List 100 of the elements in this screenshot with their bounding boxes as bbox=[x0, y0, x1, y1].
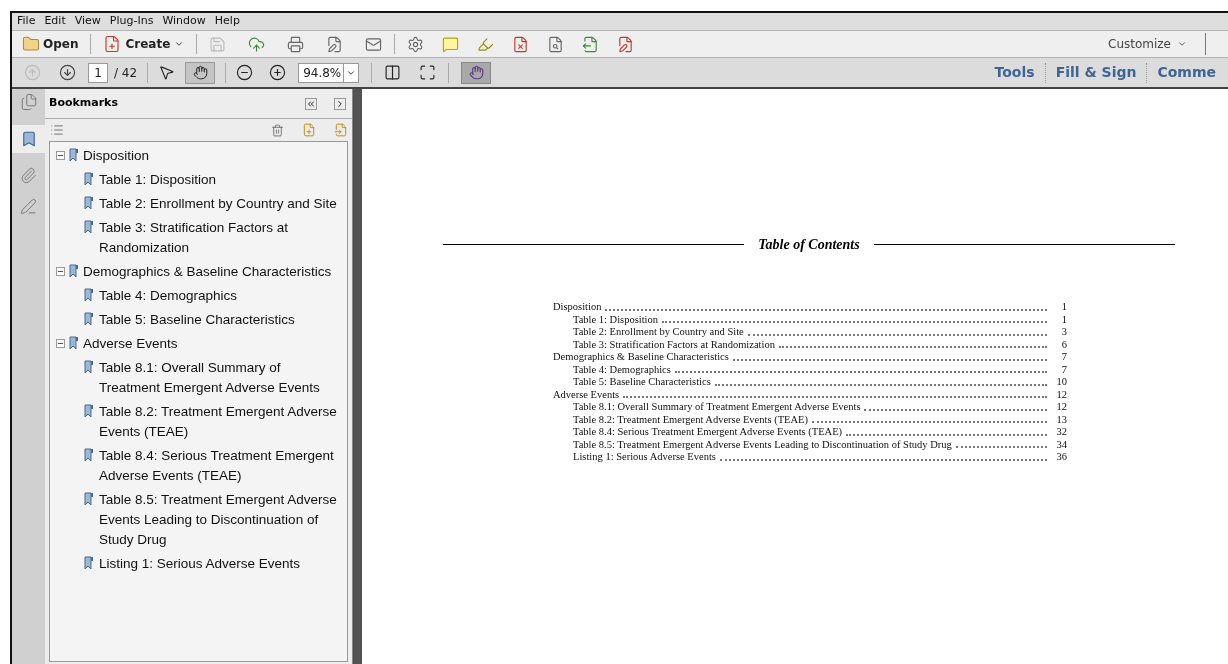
delete-icon[interactable] bbox=[271, 123, 284, 137]
toc-entry-title[interactable]: Table 1: Disposition bbox=[573, 313, 658, 326]
toc-page-number: 7 bbox=[1060, 351, 1067, 364]
hand-tool-button[interactable] bbox=[185, 61, 216, 84]
bookmark-icon bbox=[84, 448, 94, 462]
toc-entry-title[interactable]: Listing 1: Serious Adverse Events bbox=[573, 451, 716, 464]
document-sign-icon[interactable] bbox=[617, 35, 635, 53]
bookmark-item[interactable]: Table 8.5: Treatment Emergent Adverse Events Leading to Discontinuation of Study Drug bbox=[99, 490, 345, 550]
fit-width-icon[interactable] bbox=[384, 64, 402, 81]
task-pane-tab[interactable]: Fill & Sign bbox=[1055, 62, 1137, 83]
collapse-panel-icon[interactable] bbox=[305, 97, 317, 110]
customize-button[interactable]: Customize bbox=[1108, 35, 1187, 53]
menu-item[interactable]: Help bbox=[214, 13, 240, 30]
create-pdf-icon bbox=[103, 35, 122, 53]
bookmark-item[interactable]: Disposition bbox=[83, 146, 150, 166]
select-cursor-icon[interactable] bbox=[158, 64, 176, 81]
bookmark-item[interactable]: Demographics & Baseline Characteristics bbox=[83, 262, 332, 282]
bookmark-item[interactable]: Adverse Events bbox=[83, 334, 178, 354]
toc-entry-title[interactable]: Table 8.1: Overall Summary of Treatment Emergent Adverse Events bbox=[573, 401, 861, 414]
bookmark-item[interactable]: Table 2: Enrollment by Country and Site bbox=[99, 194, 337, 214]
toc-entry-title[interactable]: Table 4: Demographics bbox=[573, 363, 671, 376]
bookmark-icon bbox=[84, 220, 94, 234]
folder-icon bbox=[22, 35, 40, 53]
next-page-icon[interactable] bbox=[59, 64, 76, 81]
bookmark-item[interactable]: Table 4: Demographics bbox=[99, 286, 238, 306]
bookmark-icon bbox=[84, 404, 94, 418]
toc-page-number: 12 bbox=[1055, 388, 1067, 401]
edit-document-icon[interactable] bbox=[326, 35, 344, 53]
toc-entry-title[interactable]: Table 8.2: Treatment Emergent Adverse Events (TEAE) bbox=[573, 413, 808, 426]
mail-icon[interactable] bbox=[365, 35, 383, 53]
toc-page-number: 6 bbox=[1060, 338, 1067, 351]
bookmark-item[interactable]: Table 1: Disposition bbox=[99, 170, 217, 190]
menu-item[interactable]: View bbox=[74, 13, 101, 30]
toc-entry-title[interactable]: Demographics & Baseline Characteristics bbox=[553, 351, 729, 364]
bookmark-icon bbox=[84, 172, 94, 186]
toc-entry-title[interactable]: Table 8.4: Serious Treatment Emergent Adverse Events (TEAE) bbox=[573, 426, 843, 439]
panel-title: Bookmarks bbox=[49, 95, 119, 112]
read-mode-button[interactable] bbox=[461, 61, 492, 84]
toc-page-number: 10 bbox=[1055, 376, 1067, 389]
toc-page-number: 12 bbox=[1055, 401, 1067, 414]
bookmark-icon bbox=[84, 196, 94, 210]
create-button[interactable]: Create bbox=[103, 35, 185, 53]
zoom-field[interactable]: 94.8% bbox=[298, 62, 360, 83]
cloud-upload-icon[interactable] bbox=[248, 35, 266, 53]
fit-page-icon[interactable] bbox=[419, 64, 437, 81]
printer-icon[interactable] bbox=[287, 35, 305, 53]
panel-options-icon[interactable] bbox=[334, 97, 346, 110]
document-search-icon[interactable] bbox=[547, 35, 565, 53]
pages-icon[interactable] bbox=[19, 93, 38, 111]
bookmark-item[interactable]: Table 5: Baseline Characteristics bbox=[99, 310, 295, 330]
task-pane-tab[interactable]: Tools bbox=[994, 62, 1035, 83]
open-button[interactable]: Open bbox=[22, 35, 79, 53]
bookmark-item[interactable]: Listing 1: Serious Adverse Events bbox=[99, 554, 301, 574]
bookmark-icon bbox=[69, 264, 79, 278]
bookmark-icon bbox=[84, 360, 94, 374]
menu-item[interactable]: Window bbox=[162, 13, 206, 30]
document-heading: Table of Contents bbox=[757, 236, 861, 254]
toc-entry-title[interactable]: Adverse Events bbox=[553, 388, 620, 401]
toc-entry-title[interactable]: Table 3: Stratification Factors at Randomization bbox=[573, 338, 775, 351]
zoom-out-icon[interactable] bbox=[236, 64, 254, 81]
caret-icon bbox=[1177, 39, 1187, 49]
bookmark-icon bbox=[84, 556, 94, 570]
hand-icon bbox=[468, 65, 484, 80]
collapse-icon[interactable] bbox=[56, 339, 65, 348]
toc-page-number: 1 bbox=[1060, 301, 1067, 314]
menu-item[interactable]: File bbox=[17, 13, 36, 30]
toc-page-number: 13 bbox=[1055, 413, 1067, 426]
document-export-icon[interactable] bbox=[582, 35, 600, 53]
toc-entry-title[interactable]: Disposition bbox=[553, 301, 602, 314]
settings-icon[interactable] bbox=[407, 35, 425, 53]
toc-entry-title[interactable]: Table 8.5: Treatment Emergent Adverse Events Leading to Discontinuation of Study Drug bbox=[573, 438, 952, 451]
toc-page-number: 7 bbox=[1060, 363, 1067, 376]
toc-entry-title[interactable]: Table 5: Baseline Characteristics bbox=[573, 376, 711, 389]
bookmark-item[interactable]: Table 8.2: Treatment Emergent Adverse Events (TEAE) bbox=[99, 402, 345, 442]
bookmark-item[interactable]: Table 8.4: Serious Treatment Emergent Adverse Events (TEAE) bbox=[99, 446, 345, 486]
collapse-icon[interactable] bbox=[56, 151, 65, 160]
page-number-field[interactable]: 1 bbox=[88, 62, 108, 83]
highlighter-icon[interactable] bbox=[477, 35, 495, 53]
bookmark-icon bbox=[69, 148, 79, 162]
toc-page-number: 36 bbox=[1055, 451, 1067, 464]
toc-page-number: 1 bbox=[1060, 313, 1067, 326]
bookmark-item[interactable]: Table 8.1: Overall Summary of Treatment Emergent Adverse Events bbox=[99, 358, 345, 398]
bookmark-item[interactable]: Table 3: Stratification Factors at Randomization bbox=[99, 218, 345, 258]
zoom-in-icon[interactable] bbox=[269, 64, 287, 81]
bookmark-icon bbox=[84, 492, 94, 506]
toc-page-number: 34 bbox=[1055, 438, 1067, 451]
zoom-value: 94.8% bbox=[302, 64, 343, 82]
bookmark-icon bbox=[84, 288, 94, 302]
document-delete-icon[interactable] bbox=[512, 35, 530, 53]
bookmark-icon bbox=[69, 336, 79, 350]
toc-entry-title[interactable]: Table 2: Enrollment by Country and Site bbox=[573, 326, 744, 339]
hand-icon bbox=[192, 65, 208, 80]
toc-page-number: 3 bbox=[1060, 326, 1067, 339]
menu-item[interactable]: Edit bbox=[44, 13, 66, 30]
page-count: / 42 bbox=[114, 64, 138, 82]
caret-icon bbox=[174, 39, 185, 49]
bookmark-icon bbox=[84, 312, 94, 326]
collapse-icon[interactable] bbox=[56, 267, 65, 276]
task-pane-tab[interactable]: Comme bbox=[1157, 62, 1216, 83]
menu-item[interactable]: Plug-Ins bbox=[109, 13, 154, 30]
